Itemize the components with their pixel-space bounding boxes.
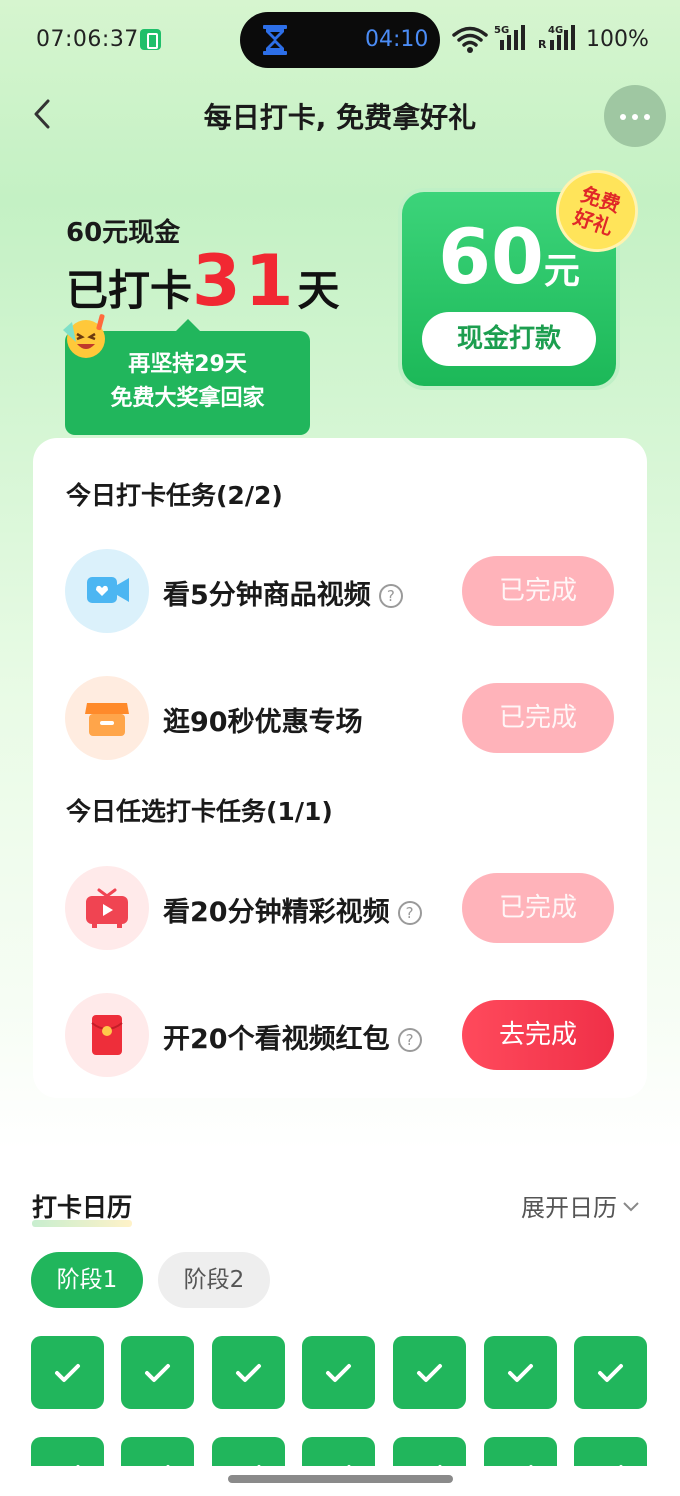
status-bar: 07:06:37 04:10 5G 4G R 100% [0, 0, 680, 80]
task-label: 看20分钟精彩视频? [163, 890, 422, 929]
check-icon [438, 1465, 442, 1466]
shop-icon [65, 676, 149, 760]
checkin-prefix: 已打卡 [66, 266, 193, 315]
check-icon [417, 1364, 442, 1382]
stage-tab-2[interactable]: 阶段2 [158, 1252, 270, 1308]
task-label: 逛90秒优惠专场 [163, 707, 363, 738]
chevron-down-icon [623, 1202, 639, 1212]
task-done-button[interactable]: 已完成 [462, 873, 614, 943]
help-icon[interactable]: ? [378, 584, 403, 608]
calendar-day-checked [302, 1437, 375, 1466]
checkin-count: 已打卡31天 [66, 240, 340, 322]
tip-line-2: 免费大奖拿回家 [110, 386, 265, 411]
signal-5g-icon [500, 25, 525, 50]
tv-icon [65, 866, 149, 950]
task-card: 今日打卡任务(2/2) 看5分钟商品视频? 已完成 逛90秒优惠专场 已完成 今… [33, 438, 647, 1098]
calendar-day-checked [121, 1336, 194, 1409]
status-time: 07:06:37 [36, 27, 139, 52]
task-done-button[interactable]: 已完成 [462, 556, 614, 626]
check-icon [508, 1364, 533, 1382]
check-icon [55, 1364, 80, 1382]
cash-amount-unit: 元 [543, 251, 580, 292]
timer-readout: 04:10 [365, 27, 429, 52]
calendar-day-checked [212, 1336, 285, 1409]
calendar-day-checked [393, 1336, 466, 1409]
stage-tab-1[interactable]: 阶段1 [31, 1252, 143, 1308]
check-icon [236, 1364, 261, 1382]
check-icon [598, 1364, 623, 1382]
check-icon [529, 1465, 533, 1466]
calendar-day-checked [31, 1336, 104, 1409]
checkin-days: 31 [192, 240, 298, 322]
check-icon [76, 1465, 80, 1466]
daily-task-title: 今日打卡任务(2/2) [66, 476, 283, 515]
task-done-button[interactable]: 已完成 [462, 683, 614, 753]
task-label: 开20个看视频红包? [163, 1017, 422, 1056]
calendar-day-checked [574, 1336, 647, 1409]
help-icon[interactable]: ? [397, 1028, 422, 1052]
cash-amount-value: 60 [438, 212, 544, 301]
check-icon [166, 1465, 170, 1466]
cash-payout-button[interactable]: 现金打款 [422, 312, 596, 366]
signal-4g-icon [550, 25, 575, 50]
task-row: 看20分钟精彩视频? 已完成 [33, 866, 647, 950]
check-icon [326, 1364, 351, 1382]
battery-saver-icon [140, 29, 161, 50]
calendar-day-checked [574, 1437, 647, 1466]
video-camera-icon [65, 549, 149, 633]
calendar-day-checked [302, 1336, 375, 1409]
check-icon [619, 1465, 623, 1466]
calendar-title: 打卡日历 [32, 1188, 133, 1227]
happy-face-icon [63, 314, 105, 358]
check-icon [257, 1465, 261, 1466]
calendar-grid [0, 1336, 680, 1466]
check-icon [145, 1364, 170, 1382]
check-icon [347, 1465, 351, 1466]
calendar-day-checked [212, 1437, 285, 1466]
task-row: 看5分钟商品视频? 已完成 [33, 549, 647, 633]
red-envelope-icon [65, 993, 149, 1077]
task-label: 看5分钟商品视频? [163, 573, 403, 612]
page-title: 每日打卡, 免费拿好礼 [203, 101, 477, 134]
help-icon[interactable]: ? [397, 901, 422, 925]
task-row: 开20个看视频红包? 去完成 [33, 993, 647, 1077]
home-indicator[interactable] [228, 1475, 453, 1483]
expand-calendar-button[interactable]: 展开日历 [521, 1188, 641, 1223]
calendar-day-checked [484, 1437, 557, 1466]
more-icon [620, 114, 626, 120]
calendar-day-checked [121, 1437, 194, 1466]
task-go-button[interactable]: 去完成 [462, 1000, 614, 1070]
calendar-day-checked [484, 1336, 557, 1409]
hourglass-icon [263, 25, 287, 55]
checkin-suffix: 天 [297, 266, 340, 315]
wifi-icon [452, 26, 488, 53]
task-row: 逛90秒优惠专场 已完成 [33, 676, 647, 760]
nav-bar: 每日打卡, 免费拿好礼 [0, 84, 680, 148]
optional-task-title: 今日任选打卡任务(1/1) [66, 792, 333, 831]
more-button[interactable] [604, 85, 666, 147]
calendar-day-checked [31, 1437, 104, 1466]
calendar-day-checked [393, 1437, 466, 1466]
battery-percent: 100% [586, 27, 649, 52]
